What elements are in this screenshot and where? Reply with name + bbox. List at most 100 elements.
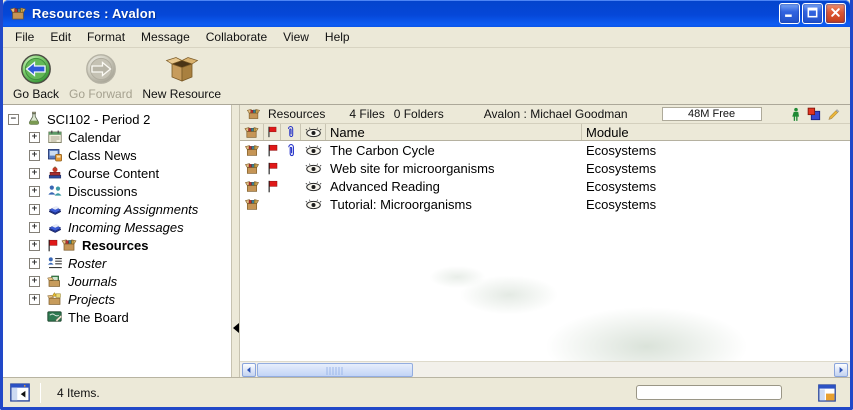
row-visibility-cell[interactable] (301, 159, 326, 177)
scroll-right-button[interactable] (834, 363, 848, 377)
table-row[interactable]: Advanced ReadingEcosystems (240, 177, 850, 195)
expand-toggle-icon[interactable]: + (29, 294, 40, 305)
titlebar[interactable]: Resources : Avalon (3, 0, 850, 27)
tree-item-label: Resources (82, 238, 148, 253)
table-row[interactable]: Tutorial: MicroorganismsEcosystems (240, 195, 850, 213)
menu-item-format[interactable]: Format (79, 28, 133, 46)
status-bar: 4 Items. (3, 377, 850, 407)
file-list: The Carbon CycleEcosystemsWeb site for m… (240, 141, 850, 361)
tree-item-discussions[interactable]: +Discussions (3, 182, 231, 200)
flag-icon (267, 126, 277, 138)
menu-item-file[interactable]: File (7, 28, 42, 46)
minimize-button[interactable] (779, 3, 800, 24)
maximize-button[interactable] (802, 3, 823, 24)
column-attachment[interactable] (281, 124, 301, 140)
window-title: Resources : Avalon (32, 6, 779, 21)
go-forward-button[interactable]: Go Forward (64, 51, 137, 103)
panel-title: Resources (268, 107, 325, 121)
column-resource-icon[interactable] (240, 124, 264, 140)
expand-toggle-icon[interactable]: + (29, 186, 40, 197)
panel-toggle-icon[interactable] (10, 383, 30, 402)
row-name[interactable]: Web site for microorganisms (326, 159, 582, 177)
row-name[interactable]: Advanced Reading (326, 177, 582, 195)
tree-item-projects[interactable]: +Projects (3, 290, 231, 308)
close-button[interactable] (825, 3, 846, 24)
pencil-icon[interactable] (827, 108, 840, 121)
paperclip-icon (285, 125, 296, 139)
tree-item-resources[interactable]: + Resources (3, 236, 231, 254)
menu-item-view[interactable]: View (275, 28, 317, 46)
resource-box-icon (244, 179, 260, 194)
course-tree: −SCI102 - Period 2+Calendar+Class News+C… (3, 105, 231, 377)
folder-count: 0 Folders (394, 107, 444, 121)
panel-info-bar: Resources 4 Files 0 Folders Avalon : Mic… (240, 105, 850, 124)
expand-toggle-icon[interactable]: + (29, 204, 40, 215)
table-row[interactable]: Web site for microorganismsEcosystems (240, 159, 850, 177)
scrollbar-thumb[interactable] (257, 363, 413, 377)
app-window: Resources : Avalon FileEditFormatMessage… (0, 0, 853, 410)
window-controls (779, 3, 846, 24)
expand-toggle-icon[interactable]: + (29, 258, 40, 269)
tree-item-course-content[interactable]: + Course Content (3, 164, 231, 182)
maximize-icon (807, 6, 818, 21)
tree-item-journals[interactable]: +Journals (3, 272, 231, 290)
expand-toggle-icon[interactable]: + (29, 276, 40, 287)
expand-toggle-icon[interactable]: + (29, 240, 40, 251)
tree-item-class-news[interactable]: +Class News (3, 146, 231, 164)
resource-box-icon (244, 197, 260, 212)
free-space-label: 48M Free (688, 108, 735, 120)
new-resource-button[interactable]: New Resource (137, 51, 226, 103)
expand-toggle-icon[interactable]: + (29, 168, 40, 179)
tree-item-sci102-period-2[interactable]: − SCI102 - Period 2 (3, 110, 231, 128)
map-watermark (380, 241, 810, 361)
tree-item-calendar[interactable]: +Calendar (3, 128, 231, 146)
layout-icon[interactable] (818, 384, 836, 402)
tree-item-label: Course Content (68, 166, 159, 181)
tree-item-label: SCI102 - Period 2 (47, 112, 150, 127)
user-icon[interactable] (791, 107, 801, 122)
expand-toggle-icon[interactable]: + (29, 150, 40, 161)
eye-icon (305, 145, 322, 156)
status-progress-field (636, 385, 782, 400)
menu-item-edit[interactable]: Edit (42, 28, 79, 46)
tree-item-the-board[interactable]: +The Board (3, 308, 231, 326)
column-flag[interactable] (264, 124, 281, 140)
tree-item-label: Roster (68, 256, 106, 271)
column-module[interactable]: Module (582, 124, 850, 140)
tree-item-roster[interactable]: + Roster (3, 254, 231, 272)
row-name[interactable]: The Carbon Cycle (326, 141, 582, 159)
row-attachment-cell (281, 177, 301, 195)
resources-icon (61, 237, 77, 253)
row-visibility-cell[interactable] (301, 141, 326, 159)
column-visibility[interactable] (301, 124, 326, 140)
tree-item-incoming-assignments[interactable]: +Incoming Assignments (3, 200, 231, 218)
menu-item-collaborate[interactable]: Collaborate (198, 28, 275, 46)
expand-toggle-icon[interactable]: + (29, 222, 40, 233)
collapse-toggle-icon[interactable]: − (8, 114, 19, 125)
calendar-icon (47, 129, 63, 145)
menu-item-help[interactable]: Help (317, 28, 358, 46)
resources-panel: Resources 4 Files 0 Folders Avalon : Mic… (240, 105, 850, 377)
new-resource-icon (164, 53, 200, 85)
column-name[interactable]: Name (326, 124, 582, 140)
scroll-left-icon (245, 361, 253, 379)
menu-item-message[interactable]: Message (133, 28, 198, 46)
go-forward-label: Go Forward (69, 87, 132, 101)
row-visibility-cell[interactable] (301, 195, 326, 213)
go-back-icon (20, 53, 52, 85)
go-back-button[interactable]: Go Back (8, 51, 64, 103)
panel-splitter[interactable] (231, 105, 240, 377)
windows-icon[interactable] (807, 107, 821, 121)
journals-icon (47, 273, 63, 289)
go-back-label: Go Back (13, 87, 59, 101)
horizontal-scrollbar[interactable] (240, 361, 850, 377)
scroll-left-button[interactable] (242, 363, 256, 377)
row-name[interactable]: Tutorial: Microorganisms (326, 195, 582, 213)
table-row[interactable]: The Carbon CycleEcosystems (240, 141, 850, 159)
tree-item-incoming-messages[interactable]: +Incoming Messages (3, 218, 231, 236)
collapse-splitter-arrow[interactable] (233, 323, 239, 333)
row-visibility-cell[interactable] (301, 177, 326, 195)
resource-box-icon (244, 125, 259, 139)
expand-toggle-icon[interactable]: + (29, 132, 40, 143)
menu-bar: FileEditFormatMessageCollaborateViewHelp (3, 27, 850, 48)
